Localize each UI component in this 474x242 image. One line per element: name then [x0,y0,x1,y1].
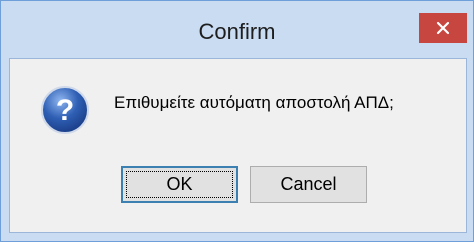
focus-rectangle [126,171,233,198]
svg-text:?: ? [56,94,74,127]
dialog-title: Confirm [198,19,276,44]
cancel-button[interactable]: Cancel [250,166,367,203]
cancel-button-label: Cancel [280,174,337,194]
close-icon [436,21,450,35]
dialog-body: ? Επιθυμείτε αυτόματη αποστολή ΑΠΔ; OK C… [9,58,467,233]
dialog-message: Επιθυμείτε αυτόματη αποστολή ΑΠΔ; [114,93,394,112]
ok-button[interactable]: OK [121,166,238,203]
close-button[interactable] [419,13,467,43]
confirm-dialog: Confirm ? Επιθυμείτε αυτόματη αποστολή Α… [0,0,474,242]
title-bar[interactable]: Confirm [1,1,473,57]
question-icon: ? [41,86,89,134]
